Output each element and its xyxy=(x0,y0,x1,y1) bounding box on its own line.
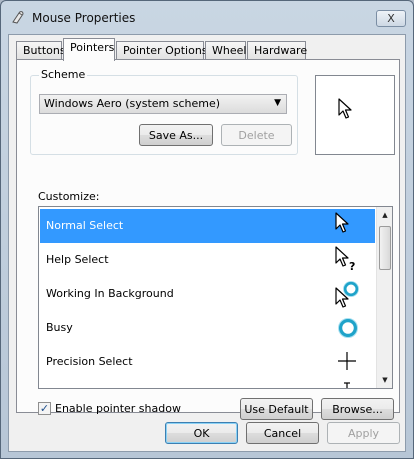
cancel-button[interactable]: Cancel xyxy=(246,422,319,444)
tab-pointer-options[interactable]: Pointer Options xyxy=(116,41,208,60)
list-item-label: Working In Background xyxy=(46,287,174,300)
mouse-app-icon xyxy=(12,11,24,24)
list-item[interactable]: Working In Background xyxy=(40,277,375,311)
scheme-group: Scheme Windows Aero (system scheme) ▼ Sa… xyxy=(30,68,298,155)
arrow-cursor-icon xyxy=(338,98,352,119)
list-item[interactable] xyxy=(40,379,375,388)
list-item[interactable]: Busy xyxy=(40,311,375,345)
save-as-button[interactable]: Save As... xyxy=(139,124,213,146)
cursor-preview xyxy=(315,75,395,155)
pointer-shadow-label: Enable pointer shadow xyxy=(55,402,181,415)
close-icon: X xyxy=(387,12,395,25)
list-item[interactable]: Help Select ? xyxy=(40,243,375,277)
customize-label: Customize: xyxy=(38,190,100,203)
pointers-tab-panel: Scheme Windows Aero (system scheme) ▼ Sa… xyxy=(16,59,400,420)
window-title: Mouse Properties xyxy=(32,11,136,25)
cursor-list[interactable]: Normal Select Help Select ? Working In B… xyxy=(38,206,393,389)
list-item[interactable]: Precision Select xyxy=(40,345,375,379)
working-cursor-icon xyxy=(335,281,359,308)
vertical-scrollbar[interactable]: ▲ ▼ xyxy=(376,207,392,388)
scheme-dropdown-value: Windows Aero (system scheme) xyxy=(44,97,221,110)
scheme-group-label: Scheme xyxy=(39,68,88,81)
scheme-dropdown[interactable]: Windows Aero (system scheme) ▼ xyxy=(39,94,287,114)
arrow-cursor-icon xyxy=(335,212,349,233)
busy-cursor-icon xyxy=(338,318,358,338)
scroll-up-arrow-icon[interactable]: ▲ xyxy=(377,208,392,222)
text-cursor-icon xyxy=(344,382,350,388)
tab-pointers[interactable]: Pointers xyxy=(63,38,115,61)
browse-button[interactable]: Browse... xyxy=(321,398,394,420)
tab-buttons[interactable]: Buttons xyxy=(16,41,66,60)
close-button[interactable]: X xyxy=(376,10,406,27)
tab-hardware[interactable]: Hardware xyxy=(247,41,307,60)
scroll-down-arrow-icon[interactable]: ▼ xyxy=(377,373,392,387)
ok-button[interactable]: OK xyxy=(165,422,238,444)
help-cursor-icon: ? xyxy=(335,246,355,273)
list-item-label: Help Select xyxy=(46,253,109,266)
title-bar[interactable]: Mouse Properties X xyxy=(1,1,413,35)
use-default-button[interactable]: Use Default xyxy=(240,398,313,420)
scroll-thumb[interactable] xyxy=(379,226,391,270)
mouse-properties-window: Mouse Properties X Buttons Pointers Poin… xyxy=(0,0,414,459)
list-item-label: Normal Select xyxy=(46,219,124,232)
list-item[interactable]: Normal Select xyxy=(40,209,375,243)
svg-text:?: ? xyxy=(349,260,355,273)
crosshair-cursor-icon xyxy=(338,352,356,370)
apply-button[interactable]: Apply xyxy=(327,422,400,444)
list-item-label: Busy xyxy=(46,321,73,334)
pointer-shadow-checkbox[interactable]: ✓ xyxy=(38,402,51,415)
tab-wheel[interactable]: Wheel xyxy=(205,41,246,60)
dialog-client-area: Buttons Pointers Pointer Options Wheel H… xyxy=(8,34,406,452)
chevron-down-icon: ▼ xyxy=(274,98,281,108)
list-item-label: Precision Select xyxy=(46,355,133,368)
delete-button[interactable]: Delete xyxy=(221,124,292,146)
